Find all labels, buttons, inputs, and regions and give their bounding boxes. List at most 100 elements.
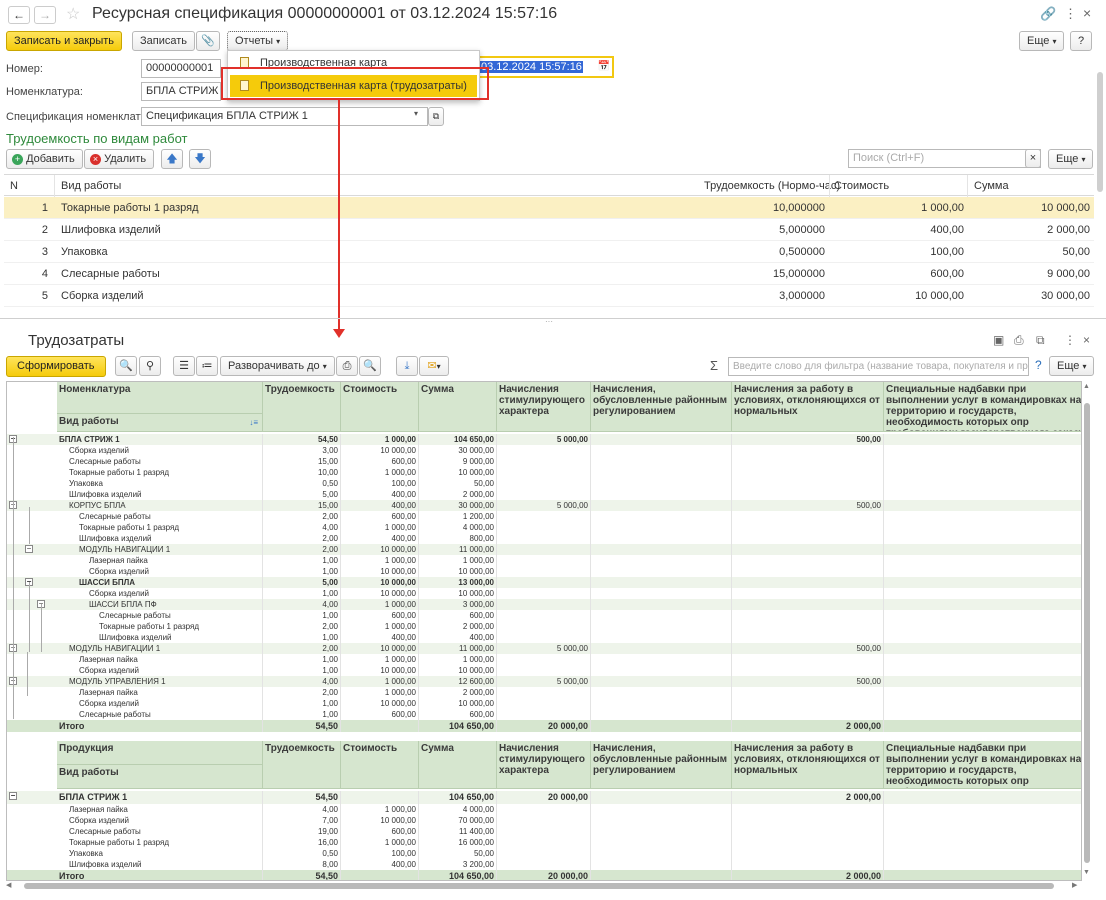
report-row[interactable]: Слесарные работы 2,00 600,00 1 200,00	[7, 511, 1081, 522]
link-icon[interactable]: 🔗	[1040, 6, 1056, 22]
report-vscroll[interactable]: ▲ ▼	[1083, 381, 1091, 881]
report-row[interactable]: Слесарные работы 1,00 600,00 600,00	[7, 610, 1081, 621]
reports-dropdown-button[interactable]: Отчеты ▾	[227, 31, 289, 51]
col-n[interactable]: N	[10, 175, 18, 197]
group-row[interactable]: МОДУЛЬ УПРАВЛЕНИЯ 1 4,00 1 000,00 12 600,00…	[7, 676, 1081, 687]
col-work-type[interactable]: Вид работы	[61, 175, 121, 197]
expand-to-dropdown[interactable]: Разворачивать до ▾	[220, 356, 335, 376]
report-row[interactable]: Слесарные работы 15,00 600,00 9 000,00	[7, 456, 1081, 467]
table-row[interactable]: 5 Сборка изделий 3,000000 10 000,00 30 000,0…	[4, 285, 1094, 307]
total-row[interactable]: Итого 54,50 104 650,00 20 000,00 2 000,00	[7, 720, 1081, 732]
sigma-icon[interactable]: Σ	[710, 358, 718, 373]
report-row[interactable]: Лазерная пайка 2,00 1 000,00 2 000,00	[7, 687, 1081, 698]
attach-button[interactable]: 📎	[196, 31, 220, 51]
col-labor[interactable]: Трудоемкость (Нормо-час)	[704, 175, 840, 197]
move-up-button[interactable]: 🡅	[161, 149, 183, 169]
report-row[interactable]: Сборка изделий 1,00 10 000,00 10 000,00	[7, 588, 1081, 599]
report-row[interactable]: Шлифовка изделий 2,00 400,00 800,00	[7, 533, 1081, 544]
filter-help-link[interactable]: ?	[1035, 358, 1042, 372]
number-field[interactable]: 00000000001	[141, 59, 221, 78]
save-button[interactable]: Записать	[132, 31, 196, 51]
collapse-toggle-icon[interactable]: −	[25, 545, 33, 553]
cell-name: Лазерная пайка	[87, 555, 263, 566]
report-more-button[interactable]: Еще ▾	[1049, 356, 1095, 376]
table-row[interactable]: 4 Слесарные работы 15,000000 600,00 9 000,00	[4, 263, 1094, 285]
search-report-button[interactable]: 🔍	[115, 356, 137, 376]
group-row[interactable]: ШАССИ БПЛА 5,00 10 000,00 13 000,00−	[7, 577, 1081, 588]
report-row[interactable]: Токарные работы 1 разряд 4,00 1 000,00 4 00…	[7, 522, 1081, 533]
group-row[interactable]: МОДУЛЬ НАВИГАЦИИ 1 2,00 10 000,00 11 000,00…	[7, 544, 1081, 555]
report-row[interactable]: Сборка изделий 7,00 10 000,00 70 000,00	[7, 815, 1081, 826]
table-row[interactable]: 3 Упаковка 0,500000 100,00 50,00	[4, 241, 1094, 263]
total-row[interactable]: Итого 54,50 104 650,00 20 000,00 2 000,00	[7, 870, 1081, 880]
spec-open-button[interactable]: ⧉	[428, 107, 444, 126]
report-row[interactable]: Лазерная пайка 1,00 1 000,00 1 000,00	[7, 654, 1081, 665]
favorite-star-icon[interactable]: ☆	[66, 4, 80, 24]
col-sum[interactable]: Сумма	[974, 175, 1009, 197]
report-row[interactable]: Упаковка 0,50 100,00 50,00	[7, 848, 1081, 859]
table-row[interactable]: 1 Токарные работы 1 разряд 10,000000 1 000,…	[4, 197, 1094, 219]
delete-button[interactable]: × Удалить	[84, 149, 155, 169]
sort-icon[interactable]: ↓≡	[249, 417, 258, 428]
help-button[interactable]: ?	[1070, 31, 1092, 51]
export-button[interactable]: ⤓	[396, 356, 418, 376]
more-button[interactable]: Еще ▾	[1019, 31, 1065, 51]
group-row[interactable]: КОРПУС БПЛА 15,00 400,00 30 000,00 5 000,00 5…	[7, 500, 1081, 511]
group-collapse-button[interactable]: ≔	[196, 356, 218, 376]
splitter[interactable]: ···	[0, 318, 1106, 326]
spec-field[interactable]: Спецификация БПЛА СТРИЖ 1	[141, 107, 428, 126]
table-row[interactable]: 2 Шлифовка изделий 5,000000 400,00 2 000,00	[4, 219, 1094, 241]
group-row[interactable]: ШАССИ БПЛА ПФ 4,00 1 000,00 3 000,00−	[7, 599, 1081, 610]
search-input[interactable]: Поиск (Ctrl+F)	[848, 149, 1041, 168]
labor-scrollbar[interactable]	[1097, 62, 1103, 302]
report-row[interactable]: Сборка изделий 3,00 10 000,00 30 000,00	[7, 445, 1081, 456]
cell-incentive: 5 000,00	[497, 676, 591, 687]
group-expand-button[interactable]: ☰	[173, 356, 195, 376]
search-settings-button[interactable]: ⚲	[139, 356, 161, 376]
email-button[interactable]: ✉▾	[419, 356, 449, 376]
move-down-button[interactable]: 🡇	[189, 149, 211, 169]
close-icon[interactable]: ×	[1083, 5, 1091, 21]
add-button[interactable]: + Добавить	[6, 149, 83, 169]
print-preview-button[interactable]: 🔍	[359, 356, 381, 376]
save-icon[interactable]: ▣	[993, 333, 1004, 347]
report-row[interactable]: Шлифовка изделий 1,00 400,00 400,00	[7, 632, 1081, 643]
collapse-toggle-icon[interactable]: −	[9, 792, 17, 800]
more-vertical-icon[interactable]: ⋮	[1064, 6, 1077, 22]
report-row[interactable]: Шлифовка изделий 5,00 400,00 2 000,00	[7, 489, 1081, 500]
report-row[interactable]: Сборка изделий 1,00 10 000,00 10 000,00	[7, 665, 1081, 676]
search-clear-button[interactable]: ×	[1025, 149, 1041, 168]
report-row[interactable]: Сборка изделий 1,00 10 000,00 10 000,00	[7, 698, 1081, 709]
report-row[interactable]: Лазерная пайка 4,00 1 000,00 4 000,00	[7, 804, 1081, 815]
filter-input[interactable]: Введите слово для фильтра (название това…	[728, 357, 1029, 376]
report-row[interactable]: Сборка изделий 1,00 10 000,00 10 000,00	[7, 566, 1081, 577]
generate-button[interactable]: Сформировать	[6, 356, 106, 377]
preview-icon: 🔍	[363, 360, 377, 372]
report-row[interactable]: Шлифовка изделий 8,00 400,00 3 200,00	[7, 859, 1081, 870]
nomenclature-field[interactable]: БПЛА СТРИЖ 1	[141, 82, 221, 101]
back-button[interactable]: ←	[8, 6, 30, 24]
spec-dropdown-icon[interactable]: ▾	[414, 109, 418, 118]
group-row[interactable]: БПЛА СТРИЖ 1 54,50 1 000,00 104 650,00 5 000…	[7, 434, 1081, 445]
report-row[interactable]: Упаковка 0,50 100,00 50,00	[7, 478, 1081, 489]
calendar-icon[interactable]: 📅	[598, 58, 610, 76]
save-and-close-button[interactable]: Записать и закрыть	[6, 31, 123, 51]
group-row[interactable]: МОДУЛЬ НАВИГАЦИИ 1 2,00 10 000,00 11 000,00…	[7, 643, 1081, 654]
report-close-icon[interactable]: ×	[1083, 333, 1090, 347]
report-hscroll[interactable]: ◀ ▶	[6, 882, 1082, 890]
report-row[interactable]: Слесарные работы 19,00 600,00 11 400,00	[7, 826, 1081, 837]
date-field[interactable]: 03.12.2024 15:57:16 📅	[476, 56, 614, 78]
group-row[interactable]: БПЛА СТРИЖ 1 54,50 104 650,00 20 000,00 2 00…	[7, 791, 1081, 804]
report-more-vertical-icon[interactable]: ⋮	[1064, 333, 1076, 347]
report-row[interactable]: Токарные работы 1 разряд 2,00 1 000,00 2 00…	[7, 621, 1081, 632]
forward-button[interactable]: →	[34, 6, 56, 24]
report-row[interactable]: Токарные работы 1 разряд 16,00 1 000,00 16 …	[7, 837, 1081, 848]
print-icon[interactable]: ⎙	[1014, 333, 1024, 348]
col-cost[interactable]: Стоимость	[834, 175, 889, 197]
report-row[interactable]: Слесарные работы 1,00 600,00 600,00	[7, 709, 1081, 720]
print-button[interactable]: ⎙	[336, 356, 358, 376]
preview-icon[interactable]: ⧉	[1036, 333, 1045, 348]
report-row[interactable]: Токарные работы 1 разряд 10,00 1 000,00 10 …	[7, 467, 1081, 478]
report-row[interactable]: Лазерная пайка 1,00 1 000,00 1 000,00	[7, 555, 1081, 566]
labor-more-button[interactable]: Еще ▾	[1048, 149, 1094, 169]
